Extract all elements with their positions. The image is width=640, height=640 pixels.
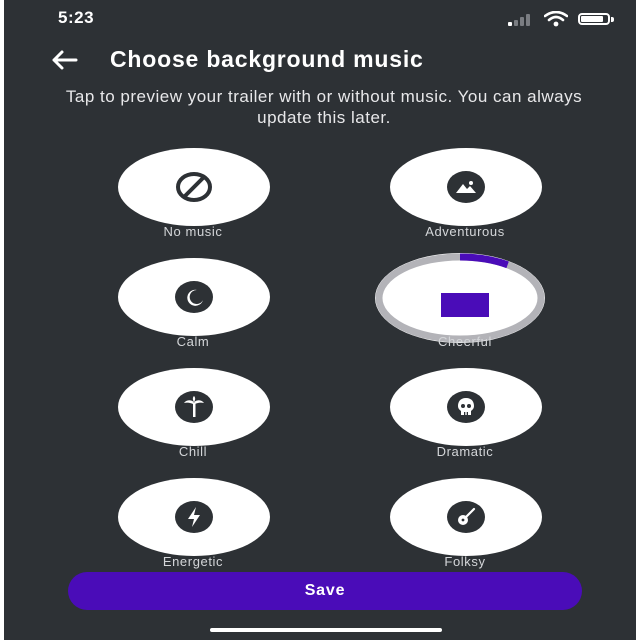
back-arrow-icon — [52, 50, 78, 70]
music-options-grid: No music Adventurous Calm Cheerful Chill… — [4, 140, 636, 570]
moon-icon — [175, 281, 213, 313]
palm-tree-icon — [175, 391, 213, 423]
option-circle — [390, 478, 542, 556]
option-circle — [390, 368, 542, 446]
skull-icon — [447, 391, 485, 423]
wifi-icon — [544, 11, 568, 27]
option-label: Dramatic — [436, 444, 494, 459]
music-option-cheerful[interactable]: Cheerful — [370, 250, 560, 360]
music-option-adventurous[interactable]: Adventurous — [370, 140, 560, 250]
no-music-icon — [174, 170, 214, 204]
option-circle — [118, 368, 270, 446]
landscape-icon — [447, 171, 485, 203]
option-label: Adventurous — [425, 224, 505, 239]
header: Choose background music — [4, 40, 636, 82]
lightning-icon — [175, 501, 213, 533]
option-label: Chill — [178, 444, 208, 459]
music-option-calm[interactable]: Calm — [98, 250, 288, 360]
signal-icon — [508, 14, 534, 26]
music-option-dramatic[interactable]: Dramatic — [370, 360, 560, 470]
option-label: Calm — [176, 334, 210, 349]
music-option-no-music[interactable]: No music — [98, 140, 288, 250]
home-indicator — [210, 628, 442, 632]
back-button[interactable] — [46, 46, 84, 74]
app-screen: 5:23 Choose background music Tap to prev… — [4, 0, 636, 640]
subtitle: Tap to preview your trailer with or with… — [65, 87, 583, 127]
option-circle — [390, 148, 542, 226]
status-time: 5:23 — [58, 8, 95, 27]
option-label: Energetic — [162, 554, 224, 569]
music-option-chill[interactable]: Chill — [98, 360, 288, 470]
option-label: Folksy — [444, 554, 486, 569]
save-button[interactable]: Save — [68, 572, 582, 610]
status-bar: 5:23 — [4, 0, 636, 36]
option-circle — [118, 478, 270, 556]
option-label: Cheerful — [438, 334, 492, 349]
option-label: No music — [163, 224, 223, 239]
music-option-folksy[interactable]: Folksy — [370, 470, 560, 580]
page-title: Choose background music — [110, 46, 424, 72]
option-circle — [118, 258, 270, 336]
music-option-energetic[interactable]: Energetic — [98, 470, 288, 580]
battery-icon — [578, 13, 616, 25]
guitar-icon — [447, 501, 485, 533]
option-circle — [118, 148, 270, 226]
stop-icon — [441, 293, 489, 317]
